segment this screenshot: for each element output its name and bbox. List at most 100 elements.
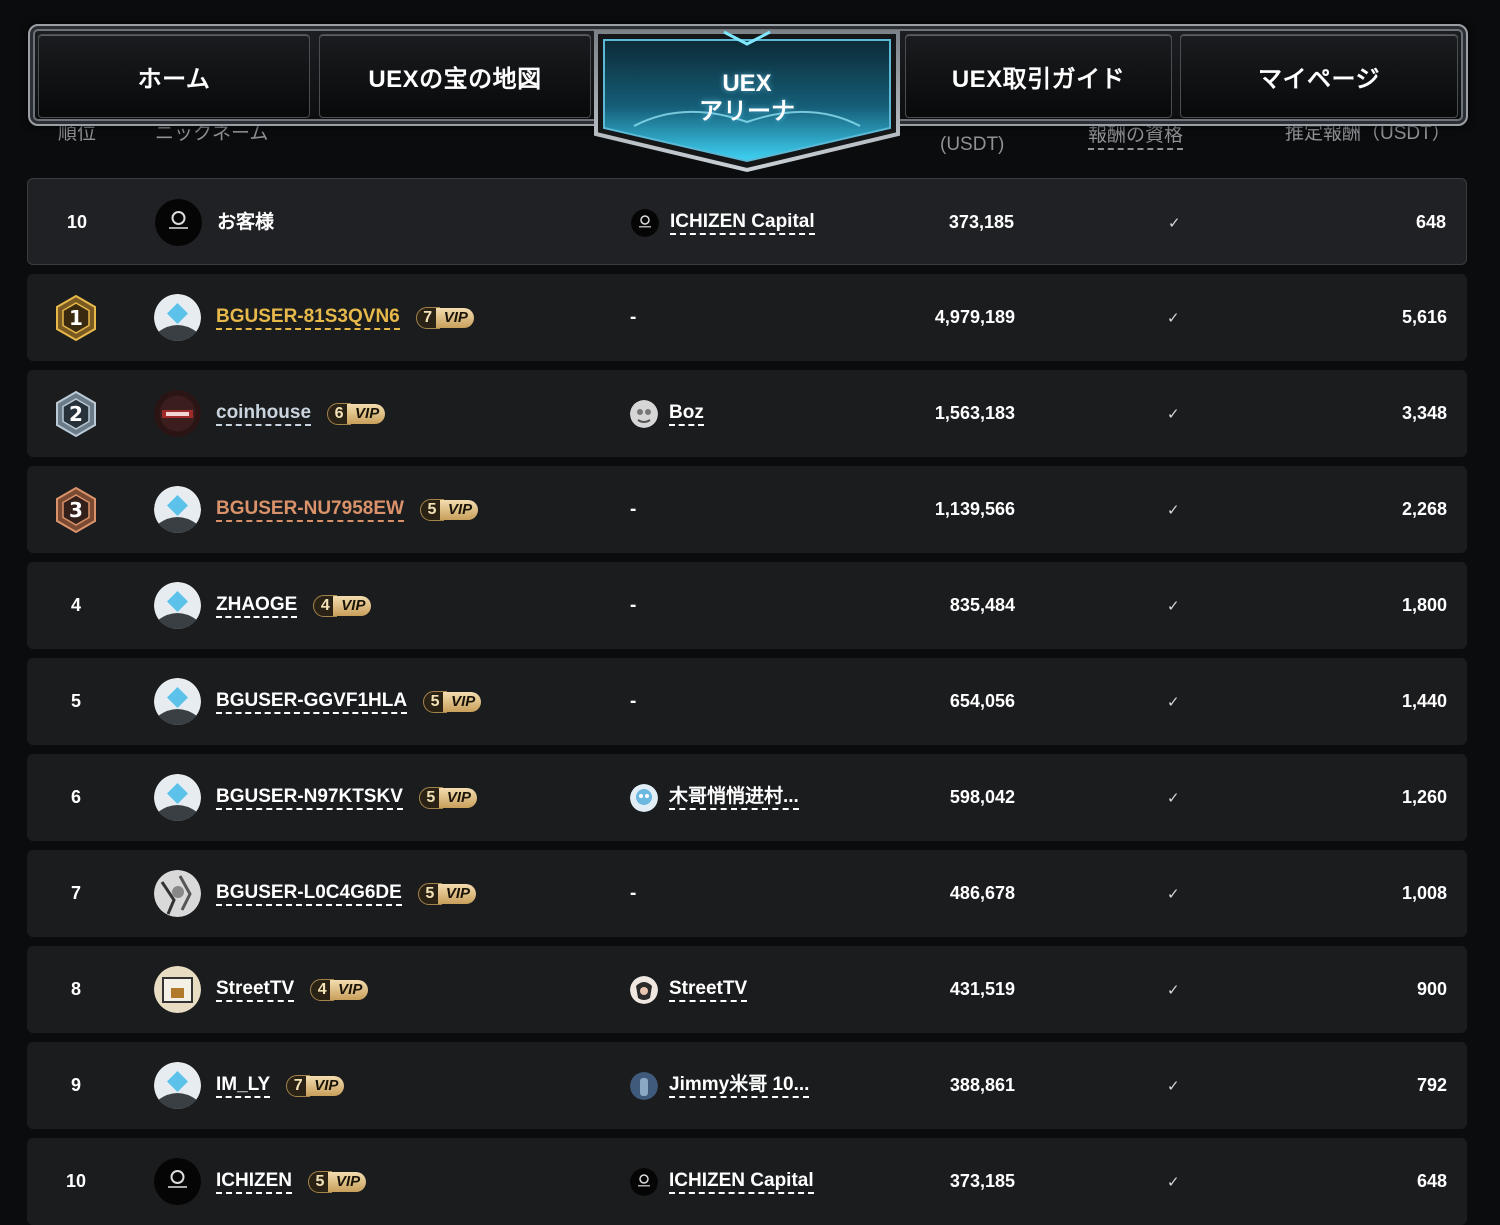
rank-number: 7 xyxy=(70,883,81,903)
vip-label: VIP xyxy=(306,1075,345,1096)
user-avatar xyxy=(154,582,201,629)
team-name[interactable]: StreetTV xyxy=(669,978,748,1002)
team-name[interactable]: ICHIZEN Capital xyxy=(669,1170,814,1194)
estimated-reward: 1,260 xyxy=(1401,787,1447,807)
vip-badge: 5 VIP xyxy=(308,1170,367,1193)
team-cell: Jimmy米哥 10... xyxy=(630,1042,810,1129)
estimated-reward: 900 xyxy=(1416,979,1447,999)
user-nickname[interactable]: BGUSER-N97KTSKV xyxy=(216,786,403,810)
vip-label: VIP xyxy=(439,499,479,520)
team-cell: 木哥悄悄进村... xyxy=(630,754,799,841)
rank-number: 10 xyxy=(66,212,88,232)
team-empty: - xyxy=(630,690,637,712)
user-nickname[interactable]: BGUSER-GGVF1HLA xyxy=(216,690,408,714)
team-logo-icon xyxy=(630,783,658,812)
tab-home[interactable]: ホーム xyxy=(38,34,310,118)
rank-number: 8 xyxy=(70,979,81,999)
vip-badge: 5 VIP xyxy=(417,882,477,905)
estimated-reward: 2,268 xyxy=(1401,499,1447,519)
tab-my-page[interactable]: マイページ xyxy=(1180,34,1458,118)
eligibility-check-icon: ✓ xyxy=(1167,597,1180,615)
user-avatar xyxy=(154,870,201,917)
user-avatar xyxy=(154,390,201,437)
trading-volume: 1,139,566 xyxy=(934,499,1015,519)
estimated-reward: 1,440 xyxy=(1401,691,1447,711)
vip-label: VIP xyxy=(333,595,372,616)
team-empty: - xyxy=(630,306,637,328)
vip-label: VIP xyxy=(328,1171,367,1192)
vip-badge: 4 VIP xyxy=(310,978,369,1001)
vip-label: VIP xyxy=(435,307,474,328)
user-nickname[interactable]: ICHIZEN xyxy=(216,1170,292,1194)
team-cell: StreetTV xyxy=(630,946,748,1033)
eligibility-check-icon: ✓ xyxy=(1167,981,1180,999)
vip-label: VIP xyxy=(437,883,477,904)
team-name[interactable]: Boz xyxy=(669,402,704,426)
eligibility-check-icon: ✓ xyxy=(1167,309,1180,327)
team-name[interactable]: ICHIZEN Capital xyxy=(670,211,815,235)
estimated-reward: 1,800 xyxy=(1401,595,1447,615)
user-nickname[interactable]: BGUSER-L0C4G6DE xyxy=(216,882,402,906)
tab-arena[interactable]: UEX アリーナ xyxy=(594,30,900,173)
user-avatar xyxy=(154,966,201,1013)
user-name-cell: BGUSER-GGVF1HLA 5 VIP xyxy=(216,658,482,745)
team-logo-icon xyxy=(630,975,658,1004)
vip-label: VIP xyxy=(347,403,386,424)
trading-volume: 486,678 xyxy=(949,883,1015,903)
eligibility-check-icon: ✓ xyxy=(1168,214,1181,232)
estimated-reward: 792 xyxy=(1416,1075,1447,1095)
team-cell: - xyxy=(630,274,636,361)
user-nickname[interactable]: IM_LY xyxy=(216,1074,271,1098)
tab-arena-line2: アリーナ xyxy=(699,98,795,125)
user-name-cell: IM_LY 7 VIP xyxy=(216,1042,345,1129)
rank-medal-bronze-icon: 3 xyxy=(54,486,98,534)
vip-badge: 7 VIP xyxy=(415,306,474,329)
rank-number: 5 xyxy=(70,691,81,711)
estimated-reward: 648 xyxy=(1416,1171,1447,1191)
team-name[interactable]: Jimmy米哥 10... xyxy=(669,1074,810,1098)
user-avatar xyxy=(154,486,201,533)
estimated-reward: 3,348 xyxy=(1401,403,1447,423)
rank-medal-gold-icon: 1 xyxy=(54,294,98,342)
eligibility-check-icon: ✓ xyxy=(1167,1173,1180,1191)
rank-number: 3 xyxy=(69,498,83,522)
table-row: 4 ZHAOGE 4 VIP - 835,484 ✓ 1,800 xyxy=(27,562,1467,649)
user-avatar xyxy=(154,1062,201,1109)
table-row: 1 BGUSER-81S3QVN6 7 VIP - 4,979,189 ✓ 5,616 xyxy=(27,274,1467,361)
top-nav: ホーム UEXの宝の地図 UEX取引ガイド マイページ UEX アリーナ xyxy=(28,24,1468,173)
user-nickname[interactable]: coinhouse xyxy=(216,402,312,426)
team-cell: - xyxy=(630,562,636,649)
team-cell: - xyxy=(630,658,636,745)
vip-badge: 5 VIP xyxy=(423,690,482,713)
table-row: 10 ICHIZEN 5 VIP ICHIZEN Capital 373,185 ✓ 648 xyxy=(27,1138,1467,1225)
team-name[interactable]: 木哥悄悄进村... xyxy=(669,786,799,810)
eligibility-check-icon: ✓ xyxy=(1167,405,1180,423)
user-nickname: お客様 xyxy=(217,211,275,233)
user-name-cell: coinhouse 6 VIP xyxy=(216,370,386,457)
trading-volume: 373,185 xyxy=(949,1171,1015,1191)
trading-volume: 835,484 xyxy=(949,595,1015,615)
user-name-cell: BGUSER-N97KTSKV 5 VIP xyxy=(216,754,478,841)
eligibility-check-icon: ✓ xyxy=(1167,789,1180,807)
rank-number: 9 xyxy=(70,1075,81,1095)
user-nickname[interactable]: BGUSER-NU7958EW xyxy=(216,498,404,522)
user-avatar xyxy=(154,294,201,341)
user-avatar xyxy=(155,199,202,246)
team-empty: - xyxy=(630,498,637,520)
tab-treasure-map[interactable]: UEXの宝の地図 xyxy=(319,34,591,118)
vip-badge: 4 VIP xyxy=(313,594,372,617)
vip-badge: 6 VIP xyxy=(327,402,386,425)
user-nickname[interactable]: ZHAOGE xyxy=(216,594,298,618)
user-nickname[interactable]: BGUSER-81S3QVN6 xyxy=(216,306,400,330)
table-row: 8 StreetTV 4 VIP StreetTV 431,519 ✓ 900 xyxy=(27,946,1467,1033)
estimated-reward: 5,616 xyxy=(1401,307,1447,327)
user-avatar xyxy=(154,1158,201,1205)
vip-badge: 5 VIP xyxy=(419,498,479,521)
user-name-cell: ZHAOGE 4 VIP xyxy=(216,562,372,649)
tab-trading-guide[interactable]: UEX取引ガイド xyxy=(905,34,1172,118)
team-cell: Boz xyxy=(630,370,704,457)
vip-badge: 5 VIP xyxy=(418,786,478,809)
tab-arena-label: UEX アリーナ xyxy=(594,70,900,126)
user-nickname[interactable]: StreetTV xyxy=(216,978,295,1002)
rank-number: 6 xyxy=(70,787,81,807)
